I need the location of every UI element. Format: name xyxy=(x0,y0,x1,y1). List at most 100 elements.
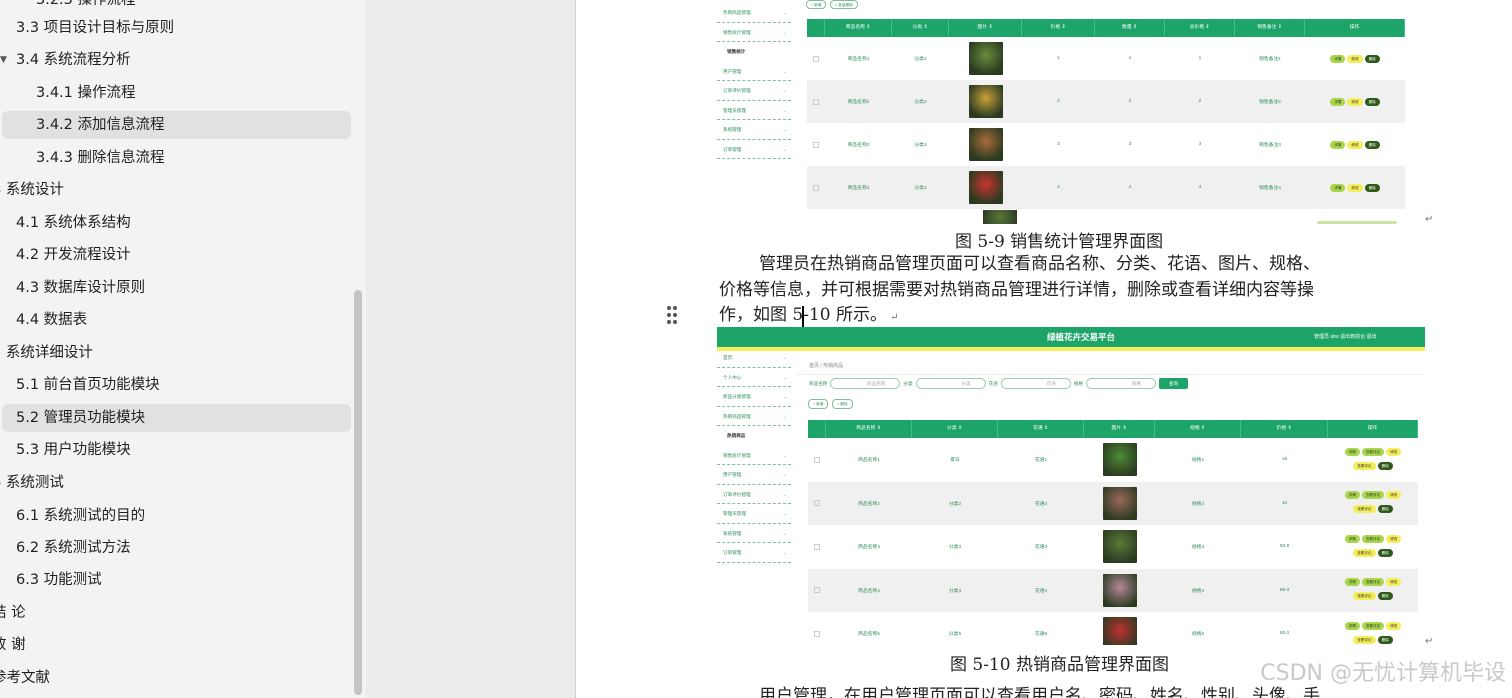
view-comments-button[interactable]: 查看评论 xyxy=(1361,534,1385,543)
sidebar-item[interactable]: 系统管理 ⌄ xyxy=(717,120,791,140)
detail-button[interactable]: 详情 xyxy=(1330,97,1346,106)
search-input[interactable]: 商品名称 xyxy=(830,378,901,389)
search-input[interactable]: 规格 xyxy=(1086,378,1156,389)
row-checkbox[interactable] xyxy=(814,587,820,594)
outline-item[interactable]: ▼ 3.4 系统流程分析 xyxy=(0,46,350,74)
column-header[interactable]: 总价格 ⇕ xyxy=(1165,19,1235,37)
logout-link[interactable]: 退出 xyxy=(1367,334,1377,340)
sidebar-item[interactable]: 订单管理 ⌄ xyxy=(717,543,791,563)
column-header[interactable]: 图片 ⇕ xyxy=(1084,420,1155,438)
delete-button[interactable]: 删除 xyxy=(1377,461,1393,470)
outline-item[interactable]: 6.3 功能测试 xyxy=(0,566,350,594)
delete-button[interactable]: 删除 xyxy=(1377,548,1393,557)
detail-button[interactable]: 详情 xyxy=(1344,534,1360,543)
edit-button[interactable]: 修改 xyxy=(1386,534,1402,543)
search-input[interactable]: 花语 xyxy=(1000,378,1071,389)
row-checkbox[interactable] xyxy=(814,543,820,550)
outline-item[interactable]: 6.2 系统测试方法 xyxy=(0,534,350,562)
row-checkbox[interactable] xyxy=(814,456,820,463)
detail-button[interactable]: 详情 xyxy=(1330,183,1346,192)
edit-button[interactable]: 修改 xyxy=(1386,491,1402,500)
chevron-down-icon[interactable]: ▼ xyxy=(0,46,7,74)
column-header[interactable] xyxy=(808,420,826,438)
view-comments-button[interactable]: 查看评论 xyxy=(1353,635,1376,644)
column-header[interactable]: 分类 ⇕ xyxy=(912,420,998,438)
column-header[interactable]: 操作 xyxy=(1328,420,1418,438)
delete-button[interactable]: 删除 xyxy=(1364,54,1380,63)
sidebar-item[interactable]: 管理员管理 ⌄ xyxy=(717,504,791,524)
outline-item[interactable]: 3.4.2 添加信息流程 xyxy=(2,111,351,139)
outline-item[interactable]: 4.3 数据库设计原则 xyxy=(0,274,350,302)
sidebar-item[interactable]: 销售统计管理 ⌄ xyxy=(717,23,791,42)
edit-button[interactable]: 修改 xyxy=(1386,621,1402,630)
column-header[interactable]: 规格 ⇕ xyxy=(1155,420,1241,438)
detail-button[interactable]: 详情 xyxy=(1344,447,1360,456)
view-comments-button[interactable]: 查看评论 xyxy=(1353,548,1376,557)
view-comments-button[interactable]: 查看评论 xyxy=(1353,461,1376,470)
outline-item[interactable]: 5.2 管理员功能模块 xyxy=(2,404,351,432)
outline-item[interactable]: 3.3 项目设计目标与原则 xyxy=(0,14,350,42)
sidebar-item[interactable]: 订单评价管理 ⌄ xyxy=(717,81,791,101)
detail-button[interactable]: 详情 xyxy=(1344,621,1360,630)
toolbar-button[interactable]: × 批量删除 xyxy=(830,0,858,9)
column-header[interactable]: 商品名称 ⇕ xyxy=(825,19,892,37)
search-input[interactable]: 分类 xyxy=(915,378,986,389)
column-header[interactable]: 商品名称 ⇕ xyxy=(826,420,912,438)
sidebar-item[interactable]: 新品分类管理 ⌄ xyxy=(717,387,791,407)
column-header[interactable]: 花语 ⇕ xyxy=(998,420,1084,438)
sidebar-item[interactable]: 用户管理 ⌄ xyxy=(717,62,791,81)
outline-item[interactable]: 结 论 xyxy=(0,599,350,627)
delete-button[interactable]: 删除 xyxy=(1364,97,1380,106)
outline-item[interactable]: 5 系统详细设计 xyxy=(0,339,350,367)
view-comments-button[interactable]: 查看评论 xyxy=(1361,447,1385,456)
row-checkbox[interactable] xyxy=(814,500,820,507)
outline-item[interactable]: 4.1 系统体系结构 xyxy=(0,209,350,237)
edit-button[interactable]: 修改 xyxy=(1386,447,1402,456)
sidebar-item[interactable]: 订单管理 ⌄ xyxy=(717,140,791,159)
sidebar-item[interactable]: 管理员管理 ⌄ xyxy=(717,101,791,120)
toolbar-button[interactable]: + 新增 xyxy=(808,399,829,409)
detail-button[interactable]: 详情 xyxy=(1330,54,1346,63)
view-comments-button[interactable]: 查看评论 xyxy=(1353,505,1376,514)
outline-item[interactable]: 5.1 前台首页功能模块 xyxy=(0,371,350,399)
row-checkbox[interactable] xyxy=(813,184,819,191)
outline-item[interactable]: 5.3 用户功能模块 xyxy=(0,436,350,464)
column-header[interactable]: 价格 ⇕ xyxy=(1022,19,1095,37)
sidebar-item[interactable]: 热销商品 xyxy=(717,426,791,446)
column-header[interactable]: 价格 ⇕ xyxy=(1241,420,1328,438)
edit-button[interactable]: 修改 xyxy=(1347,140,1363,149)
outline-item[interactable]: 4 系统设计 xyxy=(0,176,350,204)
edit-button[interactable]: 修改 xyxy=(1347,54,1363,63)
outline-item[interactable]: 致 谢 xyxy=(0,631,350,659)
row-checkbox[interactable] xyxy=(813,55,819,62)
row-checkbox[interactable] xyxy=(813,141,819,148)
view-comments-button[interactable]: 查看评论 xyxy=(1353,592,1376,601)
search-button[interactable]: 查询 xyxy=(1159,378,1188,389)
outline-item[interactable]: 6.1 系统测试的目的 xyxy=(0,502,350,530)
sidebar-item[interactable]: 销售统计管理 ⌄ xyxy=(717,446,791,465)
detail-button[interactable]: 详情 xyxy=(1344,491,1360,500)
delete-button[interactable]: 删除 xyxy=(1377,505,1393,514)
delete-button[interactable]: 删除 xyxy=(1377,635,1393,644)
outline-item[interactable]: 6 系统测试 xyxy=(0,469,350,497)
outline-scrollbar[interactable] xyxy=(354,290,362,695)
view-comments-button[interactable]: 查看评论 xyxy=(1361,621,1385,630)
outline-item[interactable]: 4.4 数据表 xyxy=(0,306,350,334)
column-header[interactable]: 操作 xyxy=(1305,19,1405,37)
outline-item[interactable]: 3.4.1 操作流程 xyxy=(0,79,350,107)
detail-button[interactable]: 详情 xyxy=(1344,578,1360,587)
sidebar-item[interactable]: 系统管理 ⌄ xyxy=(717,524,791,543)
outline-item[interactable]: 4.2 开发流程设计 xyxy=(0,241,350,269)
sidebar-item[interactable]: 热销商品管理 ⌄ xyxy=(717,407,791,426)
sidebar-item[interactable]: 首页 ⌄ xyxy=(717,348,791,368)
delete-button[interactable]: 删除 xyxy=(1364,140,1380,149)
detail-button[interactable]: 详情 xyxy=(1330,140,1346,149)
row-checkbox[interactable] xyxy=(814,630,820,637)
column-header[interactable]: 销售备注 ⇕ xyxy=(1235,19,1305,37)
row-checkbox[interactable] xyxy=(813,98,819,105)
toolbar-button[interactable]: + 新增 xyxy=(806,0,827,9)
view-comments-button[interactable]: 查看评论 xyxy=(1361,491,1385,500)
column-header[interactable] xyxy=(807,19,825,37)
column-header[interactable]: 数量 ⇕ xyxy=(1095,19,1165,37)
delete-button[interactable]: 删除 xyxy=(1377,592,1393,601)
